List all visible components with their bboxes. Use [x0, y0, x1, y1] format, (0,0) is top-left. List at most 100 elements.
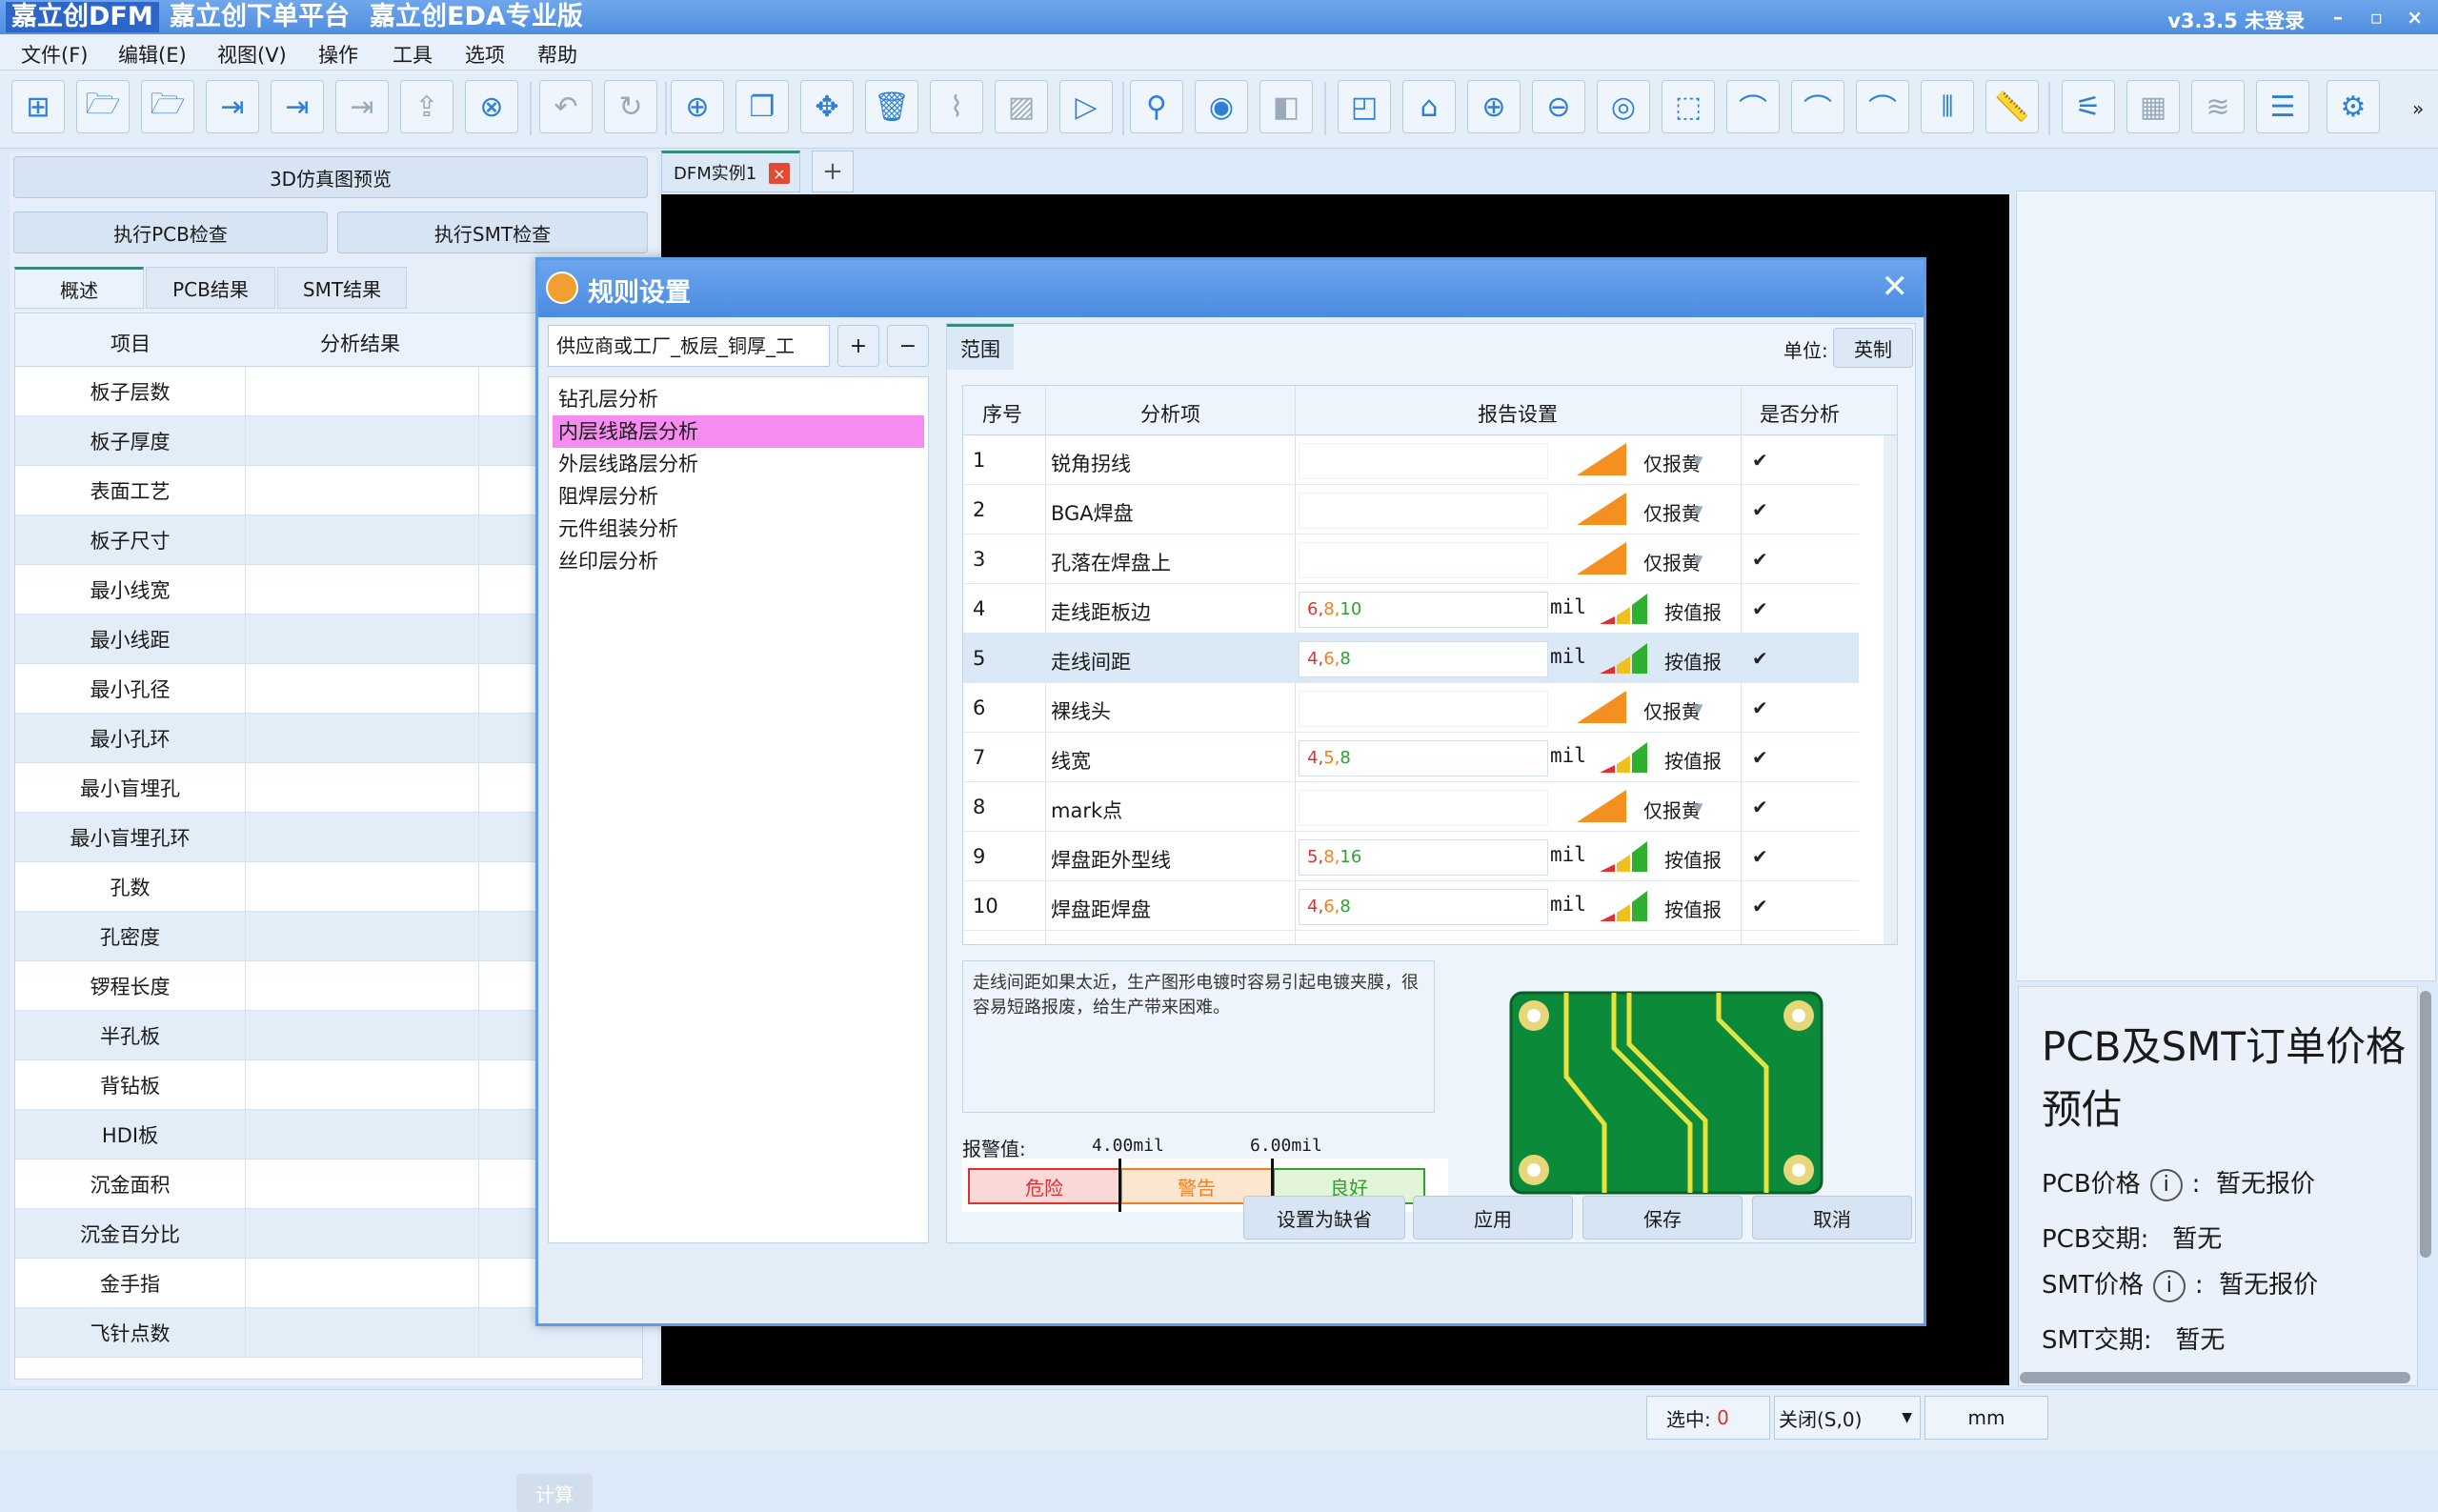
redo-icon[interactable]: ↻	[604, 80, 657, 133]
layers-icon[interactable]: ◉	[1195, 80, 1248, 133]
analyze-checkbox[interactable]: ✔	[1752, 895, 1768, 917]
board-outline-icon[interactable]: ◰	[1338, 80, 1391, 133]
report-mode[interactable]: 仅报黄	[1643, 498, 1701, 526]
route-icon[interactable]: ⌇	[930, 80, 983, 133]
analyze-checkbox[interactable]: ✔	[1752, 597, 1768, 620]
category-item[interactable]: 钻孔层分析	[553, 383, 924, 415]
analyze-checkbox[interactable]: ✔	[1752, 796, 1768, 818]
rule-values-input[interactable]	[1299, 493, 1548, 529]
close-circle-icon[interactable]: ⊗	[465, 80, 518, 133]
rule-values-input[interactable]	[1299, 691, 1548, 727]
new-file-icon[interactable]: ⊞	[11, 80, 65, 133]
report-mode[interactable]: 按值报	[1664, 845, 1722, 873]
mirror-icon[interactable]: ▷	[1059, 80, 1113, 133]
close-tab-icon[interactable]: ×	[769, 163, 790, 184]
rule-row[interactable]: 10 焊盘距焊盘 4,6,8 mil 按值报 ✔	[963, 881, 1859, 931]
chevron-down-icon[interactable]: ▾	[1693, 696, 1703, 719]
import-gerber-icon[interactable]: ⇥	[206, 80, 259, 133]
chevron-down-icon[interactable]: ▾	[1693, 796, 1703, 818]
arc-icon[interactable]: ⌒	[1726, 80, 1780, 133]
analyze-checkbox[interactable]: ✔	[1752, 449, 1768, 472]
settings-panel-icon[interactable]: ⚙	[2327, 80, 2380, 133]
report-mode[interactable]: 仅报黄	[1643, 449, 1701, 476]
app-title-dfm[interactable]: 嘉立创DFM	[6, 2, 159, 32]
rule-values-input[interactable]: 4,5,8	[1299, 740, 1548, 776]
stack-icon[interactable]: ≋	[2191, 80, 2245, 133]
report-mode[interactable]: 按值报	[1664, 746, 1722, 774]
zoom-area-icon[interactable]: ◎	[1597, 80, 1650, 133]
report-mode[interactable]: 按值报	[1664, 895, 1722, 922]
zoom-in-icon[interactable]: ⊕	[1467, 80, 1521, 133]
chevron-down-icon[interactable]: ▾	[1693, 498, 1703, 521]
menu-operate[interactable]: 操作	[318, 40, 358, 69]
tab-overview[interactable]: 概述	[14, 267, 144, 309]
app-title-order-platform[interactable]: 嘉立创下单平台	[164, 2, 355, 32]
add-tab-button[interactable]: +	[812, 151, 854, 192]
analyze-checkbox[interactable]: ✔	[1752, 696, 1768, 719]
chevron-down-icon[interactable]: ▾	[1693, 449, 1703, 472]
report-mode[interactable]: 按值报	[1664, 597, 1722, 625]
rule-row[interactable]: 2 BGA焊盘 仅报黄 ▾ ✔	[963, 485, 1859, 534]
rule-row[interactable]: 1 锐角拐线 仅报黄 ▾ ✔	[963, 435, 1859, 485]
supplier-select[interactable]: 供应商或工厂_板层_铜厚_工	[548, 325, 830, 367]
rule-row[interactable]: 8 mark点 仅报黄 ▾ ✔	[963, 782, 1859, 832]
category-item[interactable]: 阻焊层分析	[553, 480, 924, 513]
calculate-button[interactable]: 计算	[516, 1474, 593, 1512]
more-tools-icon[interactable]: »	[2412, 97, 2424, 120]
rule-table-scrollbar[interactable]	[1884, 435, 1897, 944]
zoom-out-icon[interactable]: ⊖	[1532, 80, 1585, 133]
measure-icon[interactable]: 📏	[1985, 80, 2039, 133]
tab-smt-results[interactable]: SMT结果	[277, 267, 407, 309]
curve-points-icon[interactable]: ⌒	[1856, 80, 1909, 133]
category-item[interactable]: 内层线路层分析	[553, 415, 924, 448]
rule-values-input[interactable]: 4,6,8	[1299, 889, 1548, 925]
open-gerber-icon[interactable]: 🗁	[141, 80, 194, 133]
dialog-close-icon[interactable]: ✕	[1882, 268, 1909, 306]
minimize-icon[interactable]: –	[2333, 6, 2343, 29]
rule-values-input[interactable]	[1299, 542, 1548, 578]
info-icon[interactable]: i	[2149, 1168, 2183, 1201]
rule-values-input[interactable]: 5,8,16	[1299, 839, 1548, 876]
cancel-button[interactable]: 取消	[1752, 1196, 1912, 1240]
rule-values-input[interactable]: 6,8,10	[1299, 592, 1548, 628]
rule-values-input[interactable]	[1299, 443, 1548, 479]
open-folder-icon[interactable]: 🗁	[76, 80, 130, 133]
rule-row[interactable]: 9 焊盘距外型线 5,8,16 mil 按值报 ✔	[963, 832, 1859, 881]
rule-row[interactable]: 5 走线间距 4,6,8 mil 按值报 ✔	[963, 634, 1859, 683]
document-tab[interactable]: DFM实例1 ×	[661, 151, 800, 192]
report-mode[interactable]: 仅报黄	[1643, 548, 1701, 575]
snap-select[interactable]: 关闭(S,0) ▼	[1774, 1396, 1921, 1440]
analyze-checkbox[interactable]: ✔	[1752, 746, 1768, 769]
report-mode[interactable]: 仅报黄	[1643, 796, 1701, 823]
rule-row[interactable]: 3 孔落在焊盘上 仅报黄 ▾ ✔	[963, 534, 1859, 584]
upload-icon[interactable]: ⇪	[400, 80, 453, 133]
analyze-checkbox[interactable]: ✔	[1752, 498, 1768, 521]
rule-values-input[interactable]: 4,6,8	[1299, 641, 1548, 677]
home-icon[interactable]: ⌂	[1402, 80, 1456, 133]
save-button[interactable]: 保存	[1582, 1196, 1743, 1240]
rule-row[interactable]: 4 走线距板边 6,8,10 mil 按值报 ✔	[963, 584, 1859, 634]
category-item[interactable]: 丝印层分析	[553, 545, 924, 577]
info-icon[interactable]: i	[2152, 1269, 2186, 1302]
report-mode[interactable]: 仅报黄	[1643, 696, 1701, 724]
undo-icon[interactable]: ↶	[539, 80, 593, 133]
menu-help[interactable]: 帮助	[537, 40, 577, 69]
tab-range[interactable]: 范围	[947, 324, 1014, 370]
grid-icon[interactable]: ▦	[2126, 80, 2180, 133]
unit-toggle-button[interactable]: mm	[1924, 1396, 2048, 1440]
select-box-icon[interactable]: ⬚	[1662, 80, 1715, 133]
add-circle-icon[interactable]: ⊕	[671, 80, 724, 133]
menu-options[interactable]: 选项	[465, 40, 505, 69]
export-odb-icon[interactable]: ⇥	[335, 80, 389, 133]
export-gerber-icon[interactable]: ⇥	[271, 80, 324, 133]
tab-pcb-results[interactable]: PCB结果	[146, 267, 275, 309]
remove-rule-button[interactable]: −	[887, 325, 929, 367]
price-panel-hscroll[interactable]	[2020, 1372, 2410, 1383]
curve-icon[interactable]: ⌒	[1791, 80, 1844, 133]
rule-row[interactable]: 6 裸线头 仅报黄 ▾ ✔	[963, 683, 1859, 733]
menu-view[interactable]: 视图(V)	[217, 40, 287, 69]
maximize-icon[interactable]: ▫	[2369, 6, 2383, 29]
align-icon[interactable]: ⫴	[1921, 80, 1974, 133]
probe-icon[interactable]: ⚲	[1130, 80, 1183, 133]
pcb-check-button[interactable]: 执行PCB检查	[13, 212, 328, 253]
